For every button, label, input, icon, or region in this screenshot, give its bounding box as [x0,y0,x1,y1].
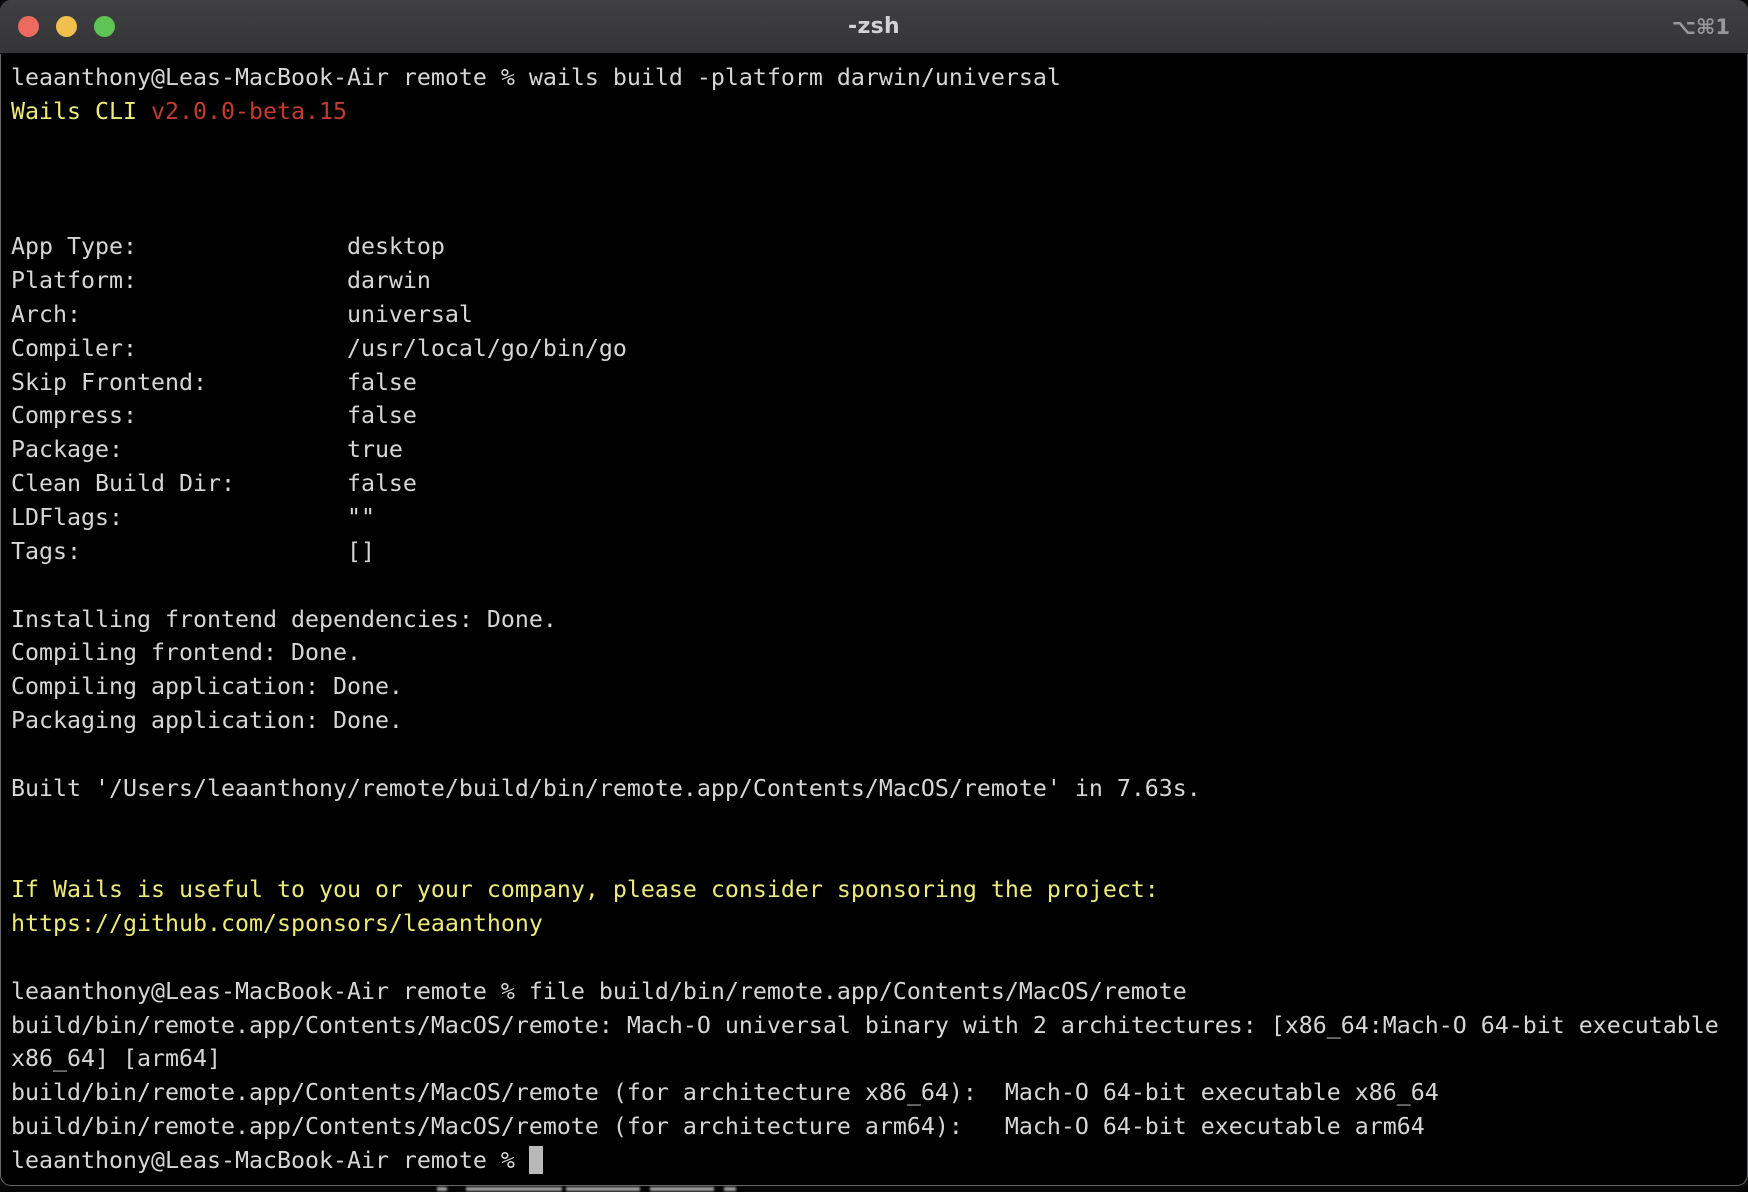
titlebar[interactable]: -zsh ⌥⌘1 [0,0,1748,54]
terminal-line: leaanthony@Leas-MacBook-Air remote % fil… [11,975,1748,1009]
terminal-text-segment: Built '/Users/leaanthony/remote/build/bi… [11,775,1201,802]
terminal-line: Skip Frontend: false [11,366,1748,400]
terminal-line: leaanthony@Leas-MacBook-Air remote % [11,1144,1748,1178]
terminal-line: leaanthony@Leas-MacBook-Air remote % wai… [11,61,1748,95]
tab-shortcut-badge: ⌥⌘1 [1672,0,1730,53]
window-title: -zsh [0,0,1748,53]
terminal-line: Installing frontend dependencies: Done. [11,603,1748,637]
terminal-text-segment: v2.0.0-beta.15 [151,98,347,125]
terminal-line: Package: true [11,433,1748,467]
terminal-line: LDFlags: "" [11,501,1748,535]
terminal-text-segment: Compress: false [11,402,417,429]
terminal-text-segment: build/bin/remote.app/Contents/MacOS/remo… [11,1113,1425,1140]
terminal-line: Compiling frontend: Done. [11,636,1748,670]
terminal-text-segment: x86_64] [arm64] [11,1045,221,1072]
terminal-line [11,129,1748,163]
terminal-text-segment: Compiling application: Done. [11,673,403,700]
terminal-text-segment: Skip Frontend: false [11,369,417,396]
terminal-line [11,163,1748,197]
terminal-line [11,941,1748,975]
terminal-line: Arch: universal [11,298,1748,332]
terminal-text-segment: LDFlags: "" [11,504,375,531]
terminal-line: Packaging application: Done. [11,704,1748,738]
terminal-text-segment: leaanthony@Leas-MacBook-Air remote % [11,1147,529,1174]
terminal-line [11,806,1748,840]
background-blur-mark [650,1187,714,1191]
terminal-line [11,196,1748,230]
terminal-content[interactable]: leaanthony@Leas-MacBook-Air remote % wai… [0,54,1748,1178]
terminal-line: Compress: false [11,399,1748,433]
terminal-text-segment: https://github.com/sponsors/leaanthony [11,910,543,937]
terminal-text-segment: App Type: desktop [11,233,445,260]
terminal-text-segment: Package: true [11,436,403,463]
terminal-text-segment: Compiling frontend: Done. [11,639,361,666]
terminal-text-segment: build/bin/remote.app/Contents/MacOS/remo… [11,1079,1439,1106]
terminal-text-segment: If Wails is useful to you or your compan… [11,876,1159,903]
background-window-sliver [0,1186,1748,1192]
background-blur-mark [566,1187,640,1191]
terminal-text-segment: build/bin/remote.app/Contents/MacOS/remo… [11,1012,1719,1039]
terminal-line: Platform: darwin [11,264,1748,298]
terminal-text-segment: Clean Build Dir: false [11,470,417,497]
background-blur-mark [466,1187,562,1191]
terminal-text-segment: Platform: darwin [11,267,431,294]
terminal-line [11,738,1748,772]
terminal-line: Built '/Users/leaanthony/remote/build/bi… [11,772,1748,806]
terminal-text-segment: Arch: universal [11,301,473,328]
terminal-line: Tags: [] [11,535,1748,569]
terminal-line: App Type: desktop [11,230,1748,264]
terminal-line: x86_64] [arm64] [11,1042,1748,1076]
terminal-cursor [529,1146,543,1174]
terminal-text-segment: Wails CLI [11,98,151,125]
terminal-line [11,839,1748,873]
background-blur-mark [724,1187,736,1191]
terminal-text-segment: Installing frontend dependencies: Done. [11,606,557,633]
terminal-text-segment: leaanthony@Leas-MacBook-Air remote % wai… [11,64,1061,91]
terminal-line: If Wails is useful to you or your compan… [11,873,1748,907]
terminal-line: build/bin/remote.app/Contents/MacOS/remo… [11,1110,1748,1144]
terminal-line: https://github.com/sponsors/leaanthony [11,907,1748,941]
terminal-text-segment: Tags: [] [11,538,375,565]
terminal-line: Clean Build Dir: false [11,467,1748,501]
terminal-text-segment: Packaging application: Done. [11,707,403,734]
terminal-line: build/bin/remote.app/Contents/MacOS/remo… [11,1076,1748,1110]
terminal-line [11,569,1748,603]
terminal-window: -zsh ⌥⌘1 leaanthony@Leas-MacBook-Air rem… [0,0,1748,1186]
terminal-line: Compiling application: Done. [11,670,1748,704]
terminal-text-segment: Compiler: /usr/local/go/bin/go [11,335,627,362]
terminal-lines: leaanthony@Leas-MacBook-Air remote % wai… [11,61,1748,1178]
background-blur-mark [437,1187,447,1191]
terminal-text-segment: leaanthony@Leas-MacBook-Air remote % fil… [11,978,1187,1005]
terminal-line: Wails CLI v2.0.0-beta.15 [11,95,1748,129]
terminal-line: build/bin/remote.app/Contents/MacOS/remo… [11,1009,1748,1043]
terminal-line: Compiler: /usr/local/go/bin/go [11,332,1748,366]
